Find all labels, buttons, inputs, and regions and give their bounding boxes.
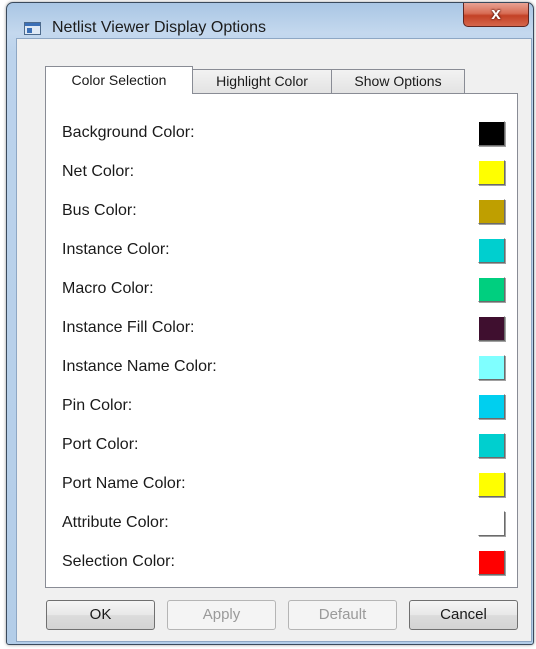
color-row-label: Port Color: <box>62 436 139 453</box>
title-bar[interactable]: Netlist Viewer Display Options x <box>7 3 533 43</box>
color-row-pin: Pin Color: <box>46 389 517 425</box>
color-selection-panel: Background Color: Net Color: Bus Color: … <box>45 93 518 588</box>
color-row-label: Instance Color: <box>62 241 170 258</box>
macro-color-swatch[interactable] <box>478 277 505 302</box>
window-title: Netlist Viewer Display Options <box>52 19 267 36</box>
color-row-instance-fill: Instance Fill Color: <box>46 311 517 347</box>
attribute-color-swatch[interactable] <box>478 511 505 536</box>
color-row-label: Attribute Color: <box>62 514 169 531</box>
port-color-swatch[interactable] <box>478 433 505 458</box>
instance-fill-color-swatch[interactable] <box>478 316 505 341</box>
color-row-port-name: Port Name Color: <box>46 467 517 503</box>
color-row-attribute: Attribute Color: <box>46 506 517 542</box>
tab-color-selection[interactable]: Color Selection <box>45 66 193 94</box>
background-color-swatch[interactable] <box>478 121 505 146</box>
color-row-macro: Macro Color: <box>46 272 517 308</box>
color-row-instance-name: Instance Name Color: <box>46 350 517 386</box>
color-row-bus: Bus Color: <box>46 194 517 230</box>
ok-button[interactable]: OK <box>46 600 155 630</box>
apply-button[interactable]: Apply <box>167 600 276 630</box>
net-color-swatch[interactable] <box>478 160 505 185</box>
close-icon: x <box>491 4 501 23</box>
dialog-client-area: Color Selection Highlight Color Show Opt… <box>16 38 532 642</box>
color-row-port: Port Color: <box>46 428 517 464</box>
tab-show-options[interactable]: Show Options <box>331 69 465 93</box>
cancel-button[interactable]: Cancel <box>409 600 518 630</box>
tab-highlight-color[interactable]: Highlight Color <box>192 69 332 93</box>
bus-color-swatch[interactable] <box>478 199 505 224</box>
color-row-label: Instance Fill Color: <box>62 319 195 336</box>
color-row-net: Net Color: <box>46 155 517 191</box>
color-row-background: Background Color: <box>46 116 517 152</box>
instance-color-swatch[interactable] <box>478 238 505 263</box>
close-button[interactable]: x <box>463 3 529 27</box>
dialog-window: Netlist Viewer Display Options x Color S… <box>6 2 534 645</box>
default-button[interactable]: Default <box>288 600 397 630</box>
color-row-instance: Instance Color: <box>46 233 517 269</box>
tab-label: Show Options <box>354 73 442 89</box>
instance-name-color-swatch[interactable] <box>478 355 505 380</box>
color-row-label: Background Color: <box>62 124 195 141</box>
tab-label: Color Selection <box>71 72 167 88</box>
color-row-selection: Selection Color: <box>46 545 517 581</box>
port-name-color-swatch[interactable] <box>478 472 505 497</box>
window-app-icon <box>24 22 41 35</box>
color-row-label: Instance Name Color: <box>62 358 217 375</box>
color-row-label: Port Name Color: <box>62 475 186 492</box>
color-row-label: Net Color: <box>62 163 135 180</box>
tab-label: Highlight Color <box>216 73 308 89</box>
selection-color-swatch[interactable] <box>478 550 505 575</box>
pin-color-swatch[interactable] <box>478 394 505 419</box>
color-row-label: Macro Color: <box>62 280 154 297</box>
color-row-label: Pin Color: <box>62 397 133 414</box>
color-row-label: Selection Color: <box>62 553 175 570</box>
color-row-label: Bus Color: <box>62 202 137 219</box>
